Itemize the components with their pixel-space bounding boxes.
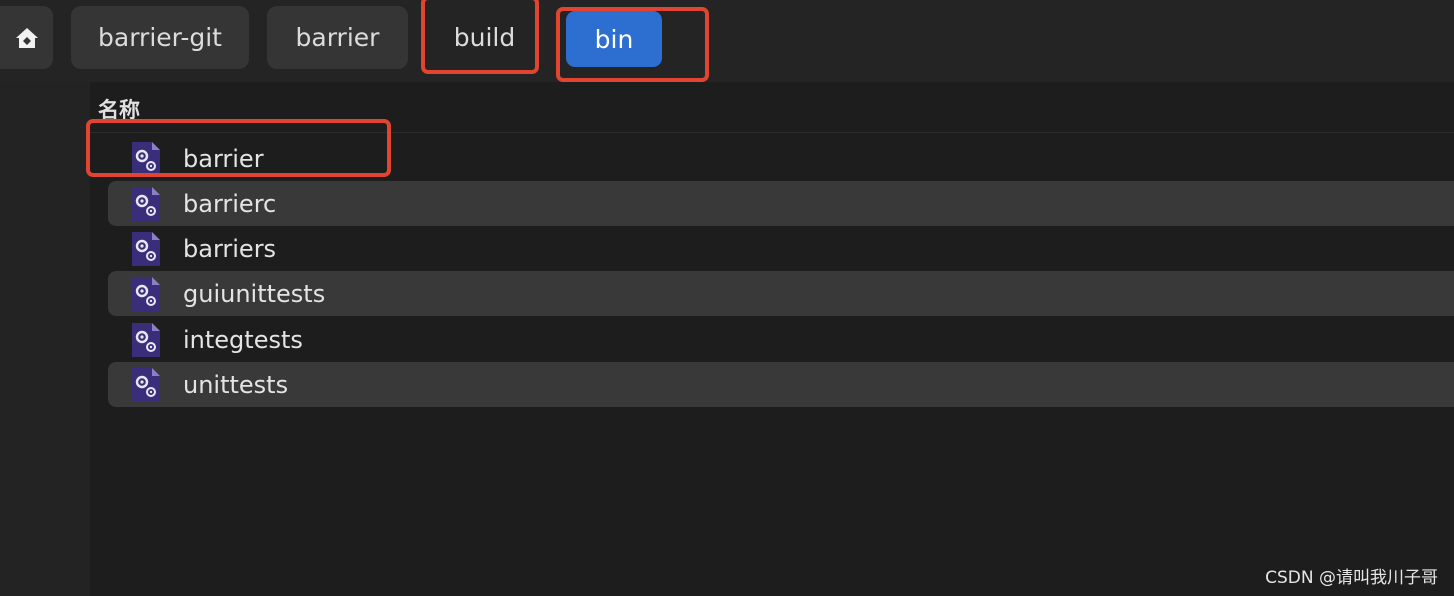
file-list-view: 名称 barrier barrierc barriers guiunittest… [90, 82, 1454, 596]
file-row-unittests[interactable]: unittests [108, 362, 1454, 407]
file-row-barriers[interactable]: barriers [108, 226, 1454, 271]
executable-gear-file-icon [132, 186, 160, 221]
breadcrumb-home-button[interactable] [0, 6, 53, 69]
file-name: guiunittests [183, 279, 326, 308]
file-name: barrierc [183, 189, 277, 218]
file-manager-window: barrier-git barrier build bin 名称 barrier [0, 0, 1454, 596]
column-header-name[interactable]: 名称 [98, 94, 140, 124]
executable-gear-file-icon [132, 322, 160, 357]
file-row-integtests[interactable]: integtests [108, 317, 1454, 362]
home-icon [15, 27, 38, 48]
executable-gear-file-icon [132, 231, 160, 266]
breadcrumb-item-barrier-git[interactable]: barrier-git [71, 6, 249, 69]
file-name: integtests [183, 325, 303, 354]
file-name: barrier [183, 144, 264, 173]
breadcrumb: barrier-git barrier build bin [0, 0, 1454, 82]
breadcrumb-item-bin[interactable]: bin [566, 11, 662, 67]
executable-gear-file-icon [132, 141, 160, 176]
file-row-barrier[interactable]: barrier [108, 136, 1454, 181]
file-row-guiunittests[interactable]: guiunittests [108, 271, 1454, 316]
breadcrumb-item-barrier[interactable]: barrier [267, 6, 408, 69]
file-name: barriers [183, 234, 277, 263]
executable-gear-file-icon [132, 276, 160, 311]
file-name: unittests [183, 370, 289, 399]
breadcrumb-item-build[interactable]: build [428, 6, 541, 69]
file-row-barrierc[interactable]: barrierc [108, 181, 1454, 226]
header-divider [90, 132, 1454, 133]
executable-gear-file-icon [132, 367, 160, 402]
watermark: CSDN @请叫我川子哥 [1265, 568, 1438, 588]
sidebar [0, 82, 90, 596]
